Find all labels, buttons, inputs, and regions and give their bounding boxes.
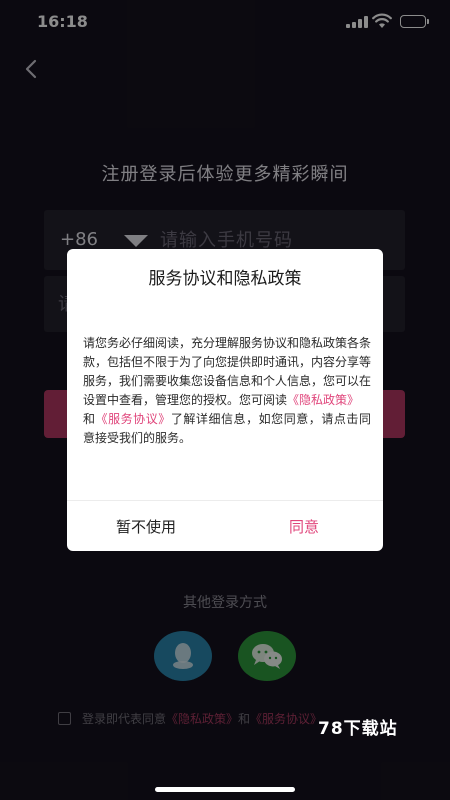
dialog-body: 请您务必仔细阅读，充分理解服务协议和隐私政策各条款，包括但不限于为了向您提供即时… [83,334,371,448]
privacy-dialog: 服务协议和隐私政策 请您务必仔细阅读，充分理解服务协议和隐私政策各条款，包括但不… [67,249,383,551]
watermark: 78下载站 [318,719,398,739]
dialog-privacy-link[interactable]: 《隐私政策》 [287,393,359,407]
dialog-body-and: 和 [83,412,96,426]
home-indicator [155,787,295,792]
decline-button[interactable]: 暂不使用 [67,501,225,551]
dialog-title: 服务协议和隐私政策 [148,269,302,289]
agree-button[interactable]: 同意 [225,501,383,551]
dialog-service-link[interactable]: 《服务协议》 [96,412,171,426]
